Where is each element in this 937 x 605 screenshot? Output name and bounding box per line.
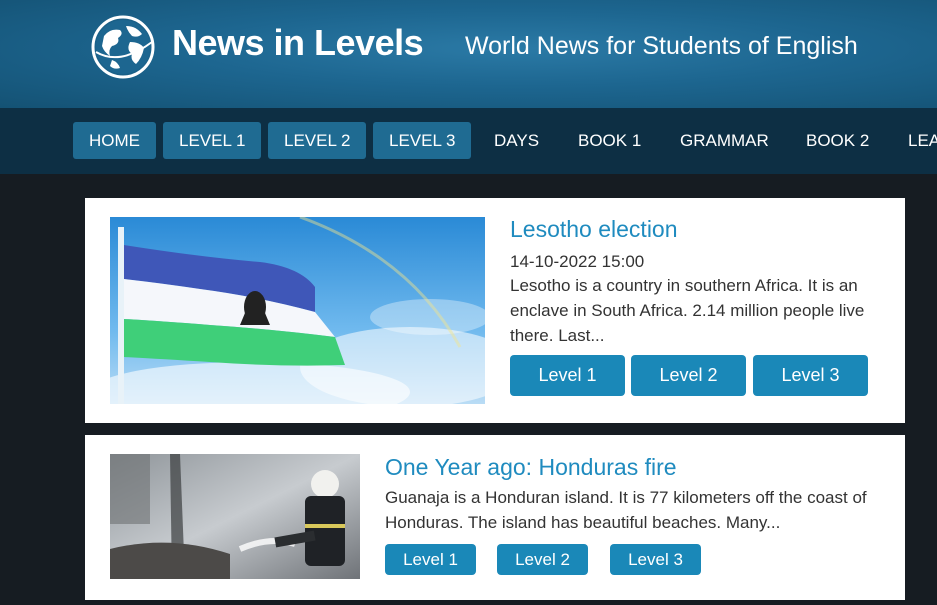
article-title[interactable]: One Year ago: Honduras fire (385, 454, 677, 481)
level-1-button[interactable]: Level 1 (385, 544, 476, 575)
article-date: 14-10-2022 15:00 (510, 252, 645, 271)
site-tagline: World News for Students of English (465, 32, 858, 60)
article-excerpt: Lesotho is a country in southern Africa.… (510, 276, 865, 345)
site-logo-text[interactable]: News in Levels (172, 22, 424, 64)
article-thumbnail-flag[interactable] (110, 217, 485, 404)
level-3-button[interactable]: Level 3 (610, 544, 701, 575)
main-nav: HOME LEVEL 1 LEVEL 2 LEVEL 3 DAYS BOOK 1… (0, 108, 937, 174)
nav-grammar[interactable]: GRAMMAR (664, 122, 785, 159)
article-thumbnail-fire[interactable] (110, 454, 360, 579)
article-excerpt: Guanaja is a Honduran island. It is 77 k… (385, 488, 867, 532)
nav-level-1[interactable]: LEVEL 1 (163, 122, 262, 159)
level-1-button[interactable]: Level 1 (510, 355, 625, 396)
nav-home[interactable]: HOME (73, 122, 156, 159)
nav-level-2[interactable]: LEVEL 2 (268, 122, 367, 159)
site-header: News in Levels World News for Students o… (0, 0, 937, 108)
nav-days[interactable]: DAYS (478, 122, 555, 159)
level-3-button[interactable]: Level 3 (753, 355, 868, 396)
article-card: One Year ago: Honduras fire Guanaja is a… (85, 435, 905, 600)
globe-icon[interactable] (90, 14, 156, 80)
nav-book-2[interactable]: BOOK 2 (790, 122, 885, 159)
level-2-button[interactable]: Level 2 (497, 544, 588, 575)
nav-learn-truncated[interactable]: LEA (892, 122, 937, 159)
nav-book-1[interactable]: BOOK 1 (562, 122, 657, 159)
nav-level-3[interactable]: LEVEL 3 (373, 122, 472, 159)
article-title[interactable]: Lesotho election (510, 216, 678, 243)
article-card: Lesotho election 14-10-2022 15:00 Lesoth… (85, 198, 905, 423)
level-2-button[interactable]: Level 2 (631, 355, 746, 396)
